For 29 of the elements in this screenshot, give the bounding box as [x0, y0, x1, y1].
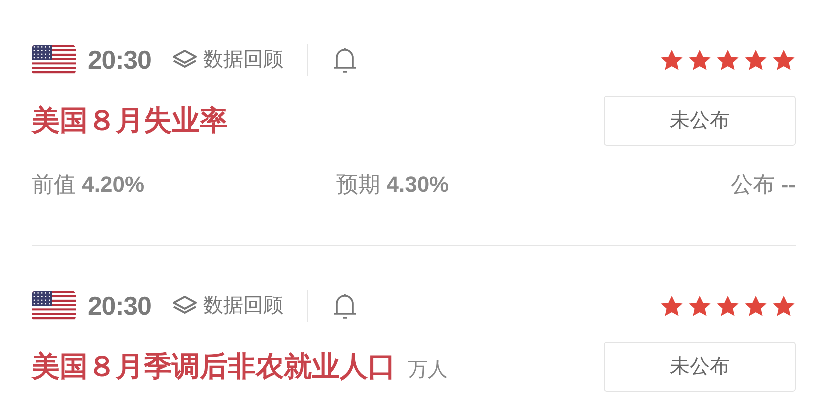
star-icon: [744, 294, 768, 318]
event-title: 美国８月季调后非农就业人口 万人: [32, 350, 448, 384]
event-time: 20:30: [88, 44, 152, 76]
layers-icon: [171, 295, 200, 317]
reminder-bell-button[interactable]: [332, 45, 358, 75]
star-icon: [688, 48, 712, 72]
data-review-button[interactable]: 数据回顾: [171, 291, 284, 321]
flag-icon: [32, 45, 76, 75]
star-icon: [688, 294, 712, 318]
event-time: 20:30: [88, 290, 152, 322]
star-icon: [660, 48, 684, 72]
star-icon: [744, 48, 768, 72]
star-icon: [772, 48, 796, 72]
event-title: 美国８月失业率: [32, 104, 228, 138]
bell-icon: [332, 291, 358, 321]
flag-icon: [32, 291, 76, 321]
status-button[interactable]: 未公布: [604, 96, 796, 146]
layers-icon: [171, 49, 200, 71]
status-button[interactable]: 未公布: [604, 342, 796, 392]
indicator-value: 前值 4.20%: [32, 171, 145, 199]
star-icon: [772, 294, 796, 318]
indicator-value: 预期 4.30%: [336, 171, 450, 199]
star-icon: [660, 294, 684, 318]
star-icon: [716, 294, 740, 318]
star-icon: [716, 48, 740, 72]
bell-icon: [332, 45, 358, 75]
reminder-bell-button[interactable]: [332, 291, 358, 321]
data-review-button[interactable]: 数据回顾: [171, 45, 284, 75]
indicator-value: 公布 --: [731, 171, 796, 199]
